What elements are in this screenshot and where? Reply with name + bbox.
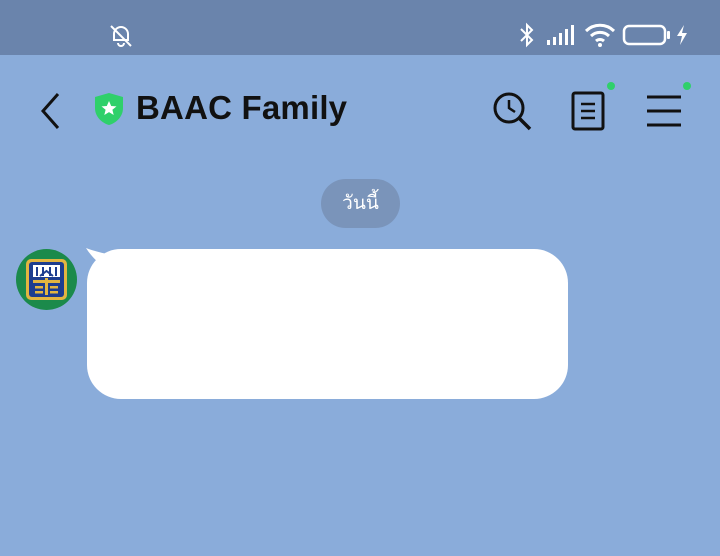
avatar[interactable]	[16, 249, 77, 310]
charging-icon	[677, 25, 687, 45]
chat-header: BAAC Family	[0, 55, 720, 165]
notes-notification-dot	[607, 82, 615, 90]
battery-icon	[622, 24, 670, 46]
menu-notification-dot	[683, 82, 691, 90]
back-icon[interactable]	[36, 91, 70, 131]
status-bar	[0, 0, 720, 55]
verified-shield-icon	[95, 93, 123, 125]
message-bubble[interactable]	[87, 249, 568, 399]
bluetooth-icon	[520, 22, 534, 48]
menu-icon[interactable]	[642, 89, 686, 133]
date-separator: วันนี้	[321, 179, 400, 228]
signal-icon	[547, 25, 574, 45]
notes-icon[interactable]	[566, 89, 610, 133]
chat-title: BAAC Family	[136, 89, 348, 126]
bell-off-icon	[110, 25, 132, 47]
search-history-icon[interactable]	[490, 89, 534, 133]
baac-logo-icon	[16, 249, 77, 310]
wifi-icon	[584, 23, 616, 47]
